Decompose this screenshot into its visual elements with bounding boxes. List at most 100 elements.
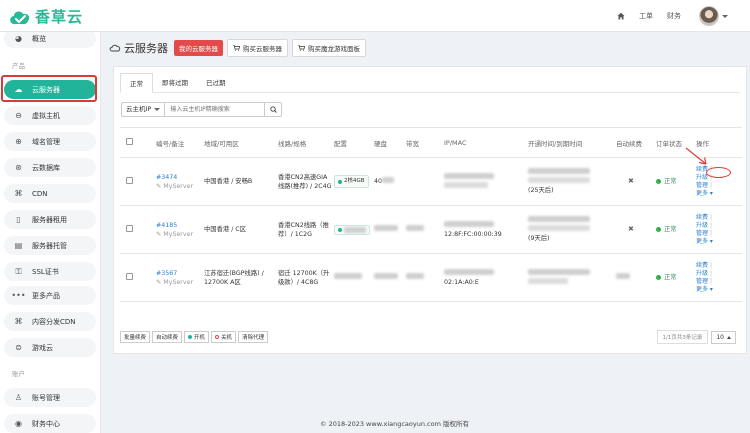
highlight-box: [1, 75, 97, 102]
buy-game-panel-button[interactable]: 购买魔龙游戏面板: [292, 39, 366, 57]
search-button[interactable]: [265, 102, 283, 117]
time-cell: (25天后): [526, 157, 614, 206]
table-row: #3474 ✎ MyServer 中国香港 / 安畅B 香港CN2高速GIA线路…: [120, 157, 742, 206]
id-cell: #4185 ✎ MyServer: [154, 205, 202, 254]
server-id-link[interactable]: #3474: [156, 173, 202, 182]
sidebar-item-game-cloud[interactable]: ⊜ 游戏云: [4, 338, 96, 357]
power-on-button[interactable]: 开机: [184, 331, 210, 343]
more-dropdown[interactable]: 更多 ▾: [696, 238, 742, 246]
chevron-down-icon[interactable]: [722, 14, 728, 18]
sidebar-item-label: 内容分发CDN: [32, 317, 76, 326]
sidebar-item-finance[interactable]: ◉ 财务中心: [4, 414, 96, 433]
close-icon: ✖: [628, 225, 634, 233]
more-label: 更多: [696, 237, 709, 245]
row-select-cell: [120, 253, 154, 302]
tab-normal[interactable]: 正常: [120, 73, 153, 93]
server-id-link[interactable]: #3567: [156, 269, 202, 278]
ticket-link[interactable]: 工单: [639, 11, 653, 21]
logo-icon: [10, 11, 30, 24]
sidebar-item-cdn[interactable]: ⌘ CDN: [4, 184, 96, 203]
renew-link[interactable]: 续费: [696, 262, 708, 269]
buy-cloud-server-button[interactable]: 购买云服务器: [227, 39, 288, 57]
more-dropdown[interactable]: 更多 ▾: [696, 286, 742, 294]
avatar[interactable]: [699, 6, 719, 26]
sidebar-item-database[interactable]: ⊛ 云数据库: [4, 158, 96, 177]
redacted-block: [334, 273, 362, 279]
sidebar-item-virtual-host[interactable]: ⊖ 虚拟主机: [4, 106, 96, 125]
config-cell: [332, 253, 372, 302]
table-row: #4185 ✎ MyServer 中国香港 / C区 香港CN2线路（推荐）/ …: [120, 205, 742, 254]
power-off-button[interactable]: 关机: [211, 331, 237, 343]
region-cell: 江苏宿迁(BGP线路) / 12700K A区: [202, 253, 276, 302]
sidebar-item-label: SSL证书: [32, 267, 59, 276]
sidebar-item-content-cdn[interactable]: ⌘ 内容分发CDN: [4, 312, 96, 331]
brand-name: 香草云: [35, 8, 84, 26]
remark-text[interactable]: ✎ MyServer: [156, 278, 202, 287]
ip-cell: 02:1A:A0:E: [442, 253, 526, 302]
auto-renew-button[interactable]: 自动续费: [152, 331, 183, 343]
sidebar-item-overview[interactable]: ◕ 概览: [4, 32, 96, 48]
config-cell: 2核4GB: [332, 157, 372, 206]
page-size-select[interactable]: 10: [711, 330, 736, 344]
row-checkbox[interactable]: [126, 224, 133, 232]
col-auto-renew: 自动续费: [614, 127, 654, 158]
auto-renew-cell: [614, 253, 654, 302]
annotation-arrow: [685, 147, 707, 165]
power-on-icon: [188, 335, 193, 339]
search-type-select[interactable]: 云主机IP: [121, 102, 166, 117]
sidebar-item-account[interactable]: ♙ 账号管理: [4, 388, 96, 407]
home-link[interactable]: [617, 12, 625, 20]
mac-address: 12:8F:FC:00:00:39: [444, 230, 502, 238]
row-checkbox[interactable]: [126, 176, 133, 184]
buy-game-panel-label: 购买魔龙游戏面板: [308, 45, 360, 53]
distribution-icon: ⌘: [14, 317, 23, 326]
bandwidth-cell: [404, 205, 442, 254]
gamepad-icon: ⊜: [15, 343, 22, 352]
sidebar-item-server-rent[interactable]: ▯ 服务器租用: [4, 210, 96, 229]
power-off-icon: [215, 335, 220, 339]
col-disk: 硬盘: [372, 127, 404, 158]
finance-link[interactable]: 财务: [667, 11, 681, 21]
remark-text[interactable]: ✎ MyServer: [156, 182, 202, 191]
config-label: 2核4GB: [344, 178, 365, 184]
status-cell: 正常: [654, 205, 694, 254]
sidebar-item-domain[interactable]: ⊕ 域名管理: [4, 132, 96, 151]
status-dot: [656, 178, 661, 184]
id-cell: #3567 ✎ MyServer: [154, 253, 202, 302]
home-icon: [617, 12, 625, 20]
time-cell: [526, 253, 614, 302]
upgrade-link[interactable]: 升级: [696, 222, 708, 229]
more-dropdown[interactable]: 更多 ▾: [696, 190, 742, 198]
row-checkbox[interactable]: [126, 272, 133, 280]
status-label: 正常: [664, 177, 677, 185]
sidebar-item-label: 服务器租用: [32, 215, 67, 224]
tab-expired[interactable]: 已过期: [197, 73, 235, 93]
manage-link[interactable]: 管理: [696, 182, 708, 189]
sidebar-item-ssl[interactable]: ⚿ SSL证书: [4, 262, 96, 281]
cloud-icon: [109, 44, 121, 52]
status-dot: [338, 227, 342, 232]
my-cloud-server-button[interactable]: 我的云服务器: [174, 40, 223, 56]
search-bar: 云主机IP: [121, 102, 283, 117]
select-all-checkbox[interactable]: [126, 138, 133, 145]
search-input[interactable]: [165, 102, 266, 117]
renew-link[interactable]: 续费: [696, 214, 708, 221]
time-remaining: (25天后): [528, 187, 554, 194]
clear-proxy-button[interactable]: 清除代理: [238, 331, 269, 343]
bulk-renew-button[interactable]: 批量续费: [120, 331, 151, 343]
line-cell: 香港CN2高速GIA线路(推荐) / 2C4G: [276, 157, 332, 206]
region-cell: 中国香港 / 安畅B: [202, 157, 276, 206]
remark-text[interactable]: ✎ MyServer: [156, 230, 202, 239]
time-remaining: (9天后): [528, 235, 550, 242]
manage-link[interactable]: 管理: [696, 230, 708, 237]
brand-logo[interactable]: 香草云: [8, 6, 83, 27]
redacted-block: [444, 172, 494, 179]
redacted-block: [528, 177, 590, 183]
sidebar-item-more[interactable]: ••• 更多产品: [4, 286, 96, 305]
manage-link[interactable]: 管理: [696, 278, 708, 285]
tab-expiring[interactable]: 即将过期: [153, 73, 197, 93]
upgrade-link[interactable]: 升级: [696, 270, 708, 277]
status-cell: 正常: [654, 253, 694, 302]
sidebar-item-server-hosting[interactable]: ▤ 服务器托管: [4, 236, 96, 255]
server-id-link[interactable]: #4185: [156, 221, 202, 230]
